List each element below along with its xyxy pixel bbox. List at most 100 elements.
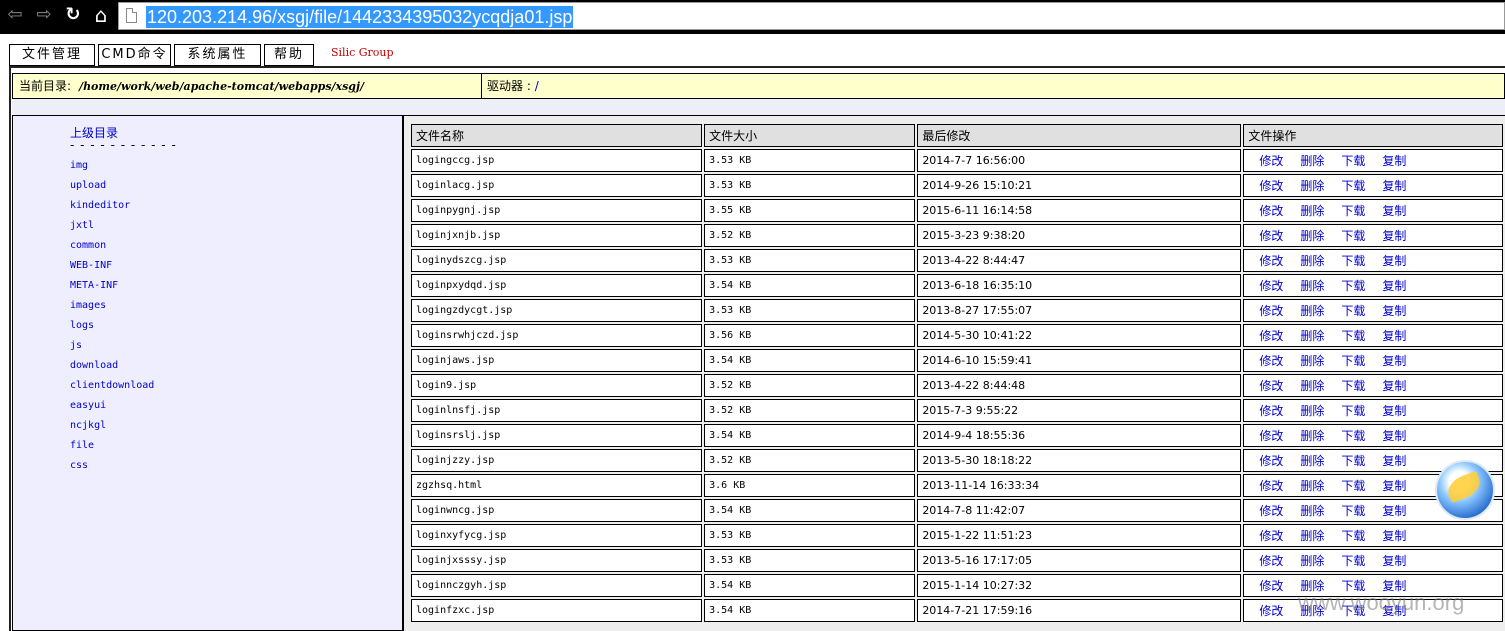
delete-link[interactable]: 删除 [1300, 229, 1324, 243]
directory-item[interactable]: kindeditor [70, 200, 130, 211]
download-link[interactable]: 下载 [1341, 429, 1365, 443]
forward-arrow-icon[interactable]: ⇨ [33, 4, 55, 26]
download-link[interactable]: 下载 [1341, 179, 1365, 193]
delete-link[interactable]: 删除 [1300, 254, 1324, 268]
edit-link[interactable]: 修改 [1259, 229, 1283, 243]
copy-link[interactable]: 复制 [1382, 304, 1406, 318]
edit-link[interactable]: 修改 [1259, 554, 1283, 568]
download-link[interactable]: 下载 [1341, 529, 1365, 543]
edit-link[interactable]: 修改 [1259, 304, 1283, 318]
edit-link[interactable]: 修改 [1259, 204, 1283, 218]
download-link[interactable]: 下载 [1341, 304, 1365, 318]
delete-link[interactable]: 删除 [1300, 454, 1324, 468]
directory-item[interactable]: logs [70, 320, 94, 331]
copy-link[interactable]: 复制 [1382, 154, 1406, 168]
directory-item[interactable]: file [70, 440, 94, 451]
copy-link[interactable]: 复制 [1382, 554, 1406, 568]
delete-link[interactable]: 删除 [1300, 354, 1324, 368]
copy-link[interactable]: 复制 [1382, 504, 1406, 518]
copy-link[interactable]: 复制 [1382, 179, 1406, 193]
directory-item[interactable]: clientdownload [70, 380, 154, 391]
edit-link[interactable]: 修改 [1259, 254, 1283, 268]
directory-item[interactable]: upload [70, 180, 106, 191]
copy-link[interactable]: 复制 [1382, 354, 1406, 368]
copy-link[interactable]: 复制 [1382, 529, 1406, 543]
directory-item[interactable]: easyui [70, 400, 106, 411]
delete-link[interactable]: 删除 [1300, 329, 1324, 343]
edit-link[interactable]: 修改 [1259, 404, 1283, 418]
edit-link[interactable]: 修改 [1259, 354, 1283, 368]
edit-link[interactable]: 修改 [1259, 529, 1283, 543]
download-link[interactable]: 下载 [1341, 229, 1365, 243]
directory-item[interactable]: js [70, 340, 82, 351]
edit-link[interactable]: 修改 [1259, 179, 1283, 193]
copy-link[interactable]: 复制 [1382, 254, 1406, 268]
download-link[interactable]: 下载 [1341, 404, 1365, 418]
edit-link[interactable]: 修改 [1259, 579, 1283, 593]
edit-link[interactable]: 修改 [1259, 504, 1283, 518]
download-link[interactable]: 下载 [1341, 504, 1365, 518]
download-link[interactable]: 下载 [1341, 379, 1365, 393]
download-link[interactable]: 下载 [1341, 479, 1365, 493]
reload-icon[interactable]: ↻ [62, 4, 84, 26]
menu-system-properties[interactable]: 系统属性 [174, 44, 261, 66]
directory-item[interactable]: ncjkgl [70, 420, 106, 431]
copy-link[interactable]: 复制 [1382, 379, 1406, 393]
table-row: loginjxnjb.jsp 3.52 KB 2015-3-23 9:38:20 修改… [411, 224, 1503, 247]
delete-link[interactable]: 删除 [1300, 404, 1324, 418]
directory-item[interactable]: css [70, 460, 88, 471]
copy-link[interactable]: 复制 [1382, 229, 1406, 243]
delete-link[interactable]: 删除 [1300, 179, 1324, 193]
menu-help[interactable]: 帮助 [264, 44, 314, 66]
delete-link[interactable]: 删除 [1300, 379, 1324, 393]
edit-link[interactable]: 修改 [1259, 329, 1283, 343]
delete-link[interactable]: 删除 [1300, 504, 1324, 518]
download-link[interactable]: 下载 [1341, 329, 1365, 343]
download-link[interactable]: 下载 [1341, 354, 1365, 368]
copy-link[interactable]: 复制 [1382, 279, 1406, 293]
download-link[interactable]: 下载 [1341, 154, 1365, 168]
home-icon[interactable]: ⌂ [90, 4, 112, 26]
copy-link[interactable]: 复制 [1382, 329, 1406, 343]
directory-item[interactable]: jxtl [70, 220, 94, 231]
edit-link[interactable]: 修改 [1259, 429, 1283, 443]
download-link[interactable]: 下载 [1341, 254, 1365, 268]
drive-link[interactable]: / [535, 79, 539, 93]
directory-item[interactable]: images [70, 300, 106, 311]
delete-link[interactable]: 删除 [1300, 279, 1324, 293]
delete-link[interactable]: 删除 [1300, 479, 1324, 493]
edit-link[interactable]: 修改 [1259, 154, 1283, 168]
edit-link[interactable]: 修改 [1259, 454, 1283, 468]
copy-link[interactable]: 复制 [1382, 429, 1406, 443]
address-bar-url[interactable]: 120.203.214.96/xsgj/file/1442334395032yc… [146, 6, 574, 28]
copy-link[interactable]: 复制 [1382, 454, 1406, 468]
copy-link[interactable]: 复制 [1382, 204, 1406, 218]
delete-link[interactable]: 删除 [1300, 429, 1324, 443]
copy-link[interactable]: 复制 [1382, 479, 1406, 493]
download-link[interactable]: 下载 [1341, 554, 1365, 568]
directory-item[interactable]: common [70, 240, 106, 251]
menu-cmd[interactable]: CMD命令 [98, 44, 171, 66]
delete-link[interactable]: 删除 [1300, 154, 1324, 168]
delete-link[interactable]: 删除 [1300, 529, 1324, 543]
edit-link[interactable]: 修改 [1259, 279, 1283, 293]
address-bar[interactable]: 120.203.214.96/xsgj/file/1442334395032yc… [118, 2, 1505, 30]
edit-link[interactable]: 修改 [1259, 479, 1283, 493]
watermark: www.wooyun.org [1298, 590, 1465, 615]
menu-file-manager[interactable]: 文件管理 [9, 44, 95, 66]
back-arrow-icon[interactable]: ⇦ [4, 4, 26, 26]
delete-link[interactable]: 删除 [1300, 304, 1324, 318]
download-link[interactable]: 下载 [1341, 279, 1365, 293]
edit-link[interactable]: 修改 [1259, 604, 1283, 618]
directory-item[interactable]: download [70, 360, 118, 371]
directory-item[interactable]: img [70, 160, 88, 171]
copy-link[interactable]: 复制 [1382, 404, 1406, 418]
directory-item[interactable]: META-INF [70, 280, 118, 291]
browser-toolbar: ⇦ ⇨ ↻ ⌂ 120.203.214.96/xsgj/file/1442334… [0, 0, 1505, 34]
edit-link[interactable]: 修改 [1259, 379, 1283, 393]
download-link[interactable]: 下载 [1341, 204, 1365, 218]
download-link[interactable]: 下载 [1341, 454, 1365, 468]
delete-link[interactable]: 删除 [1300, 204, 1324, 218]
delete-link[interactable]: 删除 [1300, 554, 1324, 568]
directory-item[interactable]: WEB-INF [70, 260, 112, 271]
